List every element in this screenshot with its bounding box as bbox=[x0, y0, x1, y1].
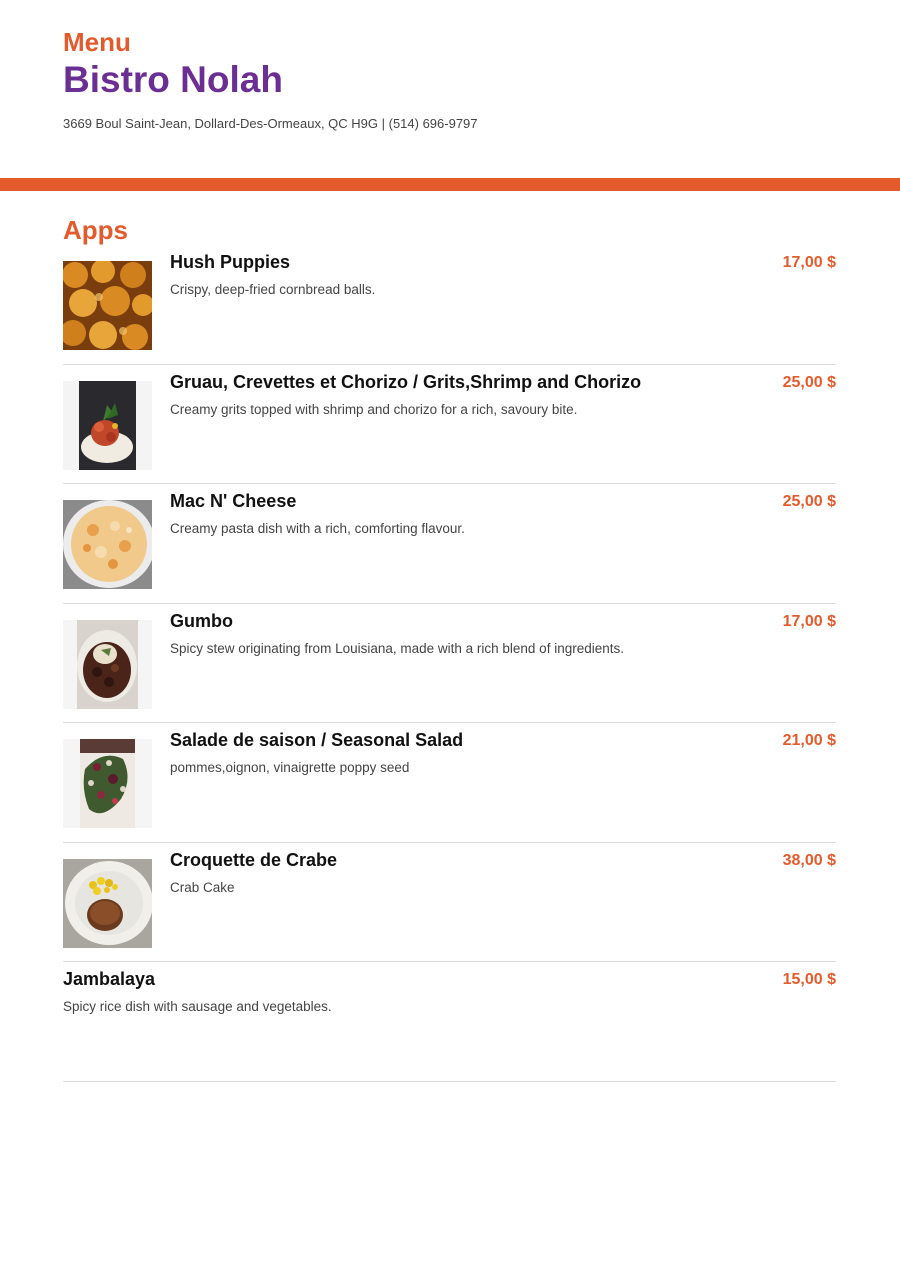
header-divider-bar bbox=[0, 178, 900, 191]
restaurant-name: Bistro Nolah bbox=[63, 59, 283, 100]
restaurant-address: 3669 Boul Saint-Jean, Dollard-Des-Ormeau… bbox=[63, 116, 478, 131]
menu-item-description: Creamy grits topped with shrimp and chor… bbox=[170, 401, 578, 417]
menu-item-name: Hush Puppies bbox=[170, 252, 291, 272]
hush-puppies-photo bbox=[63, 261, 152, 350]
menu-item-description: Crab Cake bbox=[170, 879, 235, 895]
menu-item-name: Jambalaya bbox=[63, 969, 156, 989]
menu-item-description: Crispy, deep-fried cornbread balls. bbox=[170, 282, 376, 297]
gumbo-photo bbox=[63, 619, 152, 709]
menu-item-description: Spicy rice dish with sausage and vegetab… bbox=[63, 999, 332, 1014]
menu-item: Jambalaya Spicy rice dish with sausage a… bbox=[63, 962, 836, 1082]
menu-item-list: Hush Puppies Crispy, deep-fried cornbrea… bbox=[63, 245, 836, 1082]
menu-item-price: 15,00 $ bbox=[782, 971, 836, 988]
menu-item-description: Creamy pasta dish with a rich, comfortin… bbox=[170, 521, 465, 536]
menu-item-description: pommes,oignon, vinaigrette poppy seed bbox=[170, 760, 410, 775]
menu-item: Salade de saison / Seasonal Salad pommes… bbox=[63, 723, 836, 843]
menu-item-price: 25,00 $ bbox=[782, 373, 836, 391]
menu-label: Menu bbox=[63, 27, 131, 57]
menu-item-price: 17,00 $ bbox=[782, 254, 836, 271]
menu-item: Mac N' Cheese Creamy pasta dish with a r… bbox=[63, 484, 836, 604]
menu-item-price: 21,00 $ bbox=[782, 732, 836, 749]
menu-item-name: Croquette de Crabe bbox=[170, 849, 338, 870]
menu-item-price: 17,00 $ bbox=[782, 612, 836, 630]
mac-n-cheese-photo bbox=[63, 500, 152, 589]
menu-item-name: Gruau, Crevettes et Chorizo / Grits,Shri… bbox=[170, 371, 642, 392]
seasonal-salad-photo bbox=[63, 739, 152, 828]
crab-cake-photo bbox=[63, 858, 152, 948]
menu-item-name: Salade de saison / Seasonal Salad bbox=[170, 730, 464, 750]
menu-header: Menu Bistro Nolah 3669 Boul Saint-Jean, … bbox=[63, 27, 843, 132]
menu-item: Hush Puppies Crispy, deep-fried cornbrea… bbox=[63, 245, 836, 365]
section-title: Apps bbox=[63, 215, 128, 245]
menu-item-price: 38,00 $ bbox=[782, 851, 836, 869]
menu-item: Croquette de Crabe Crab Cake 38,00 $ bbox=[63, 843, 836, 962]
menu-item-description: Spicy stew originating from Louisiana, m… bbox=[170, 640, 624, 656]
grits-shrimp-photo bbox=[63, 380, 152, 470]
menu-item: Gruau, Crevettes et Chorizo / Grits,Shri… bbox=[63, 365, 836, 484]
menu-item: Gumbo Spicy stew originating from Louisi… bbox=[63, 604, 836, 723]
menu-item-price: 25,00 $ bbox=[782, 493, 836, 510]
menu-item-name: Mac N' Cheese bbox=[170, 491, 297, 511]
menu-item-name: Gumbo bbox=[170, 610, 233, 631]
